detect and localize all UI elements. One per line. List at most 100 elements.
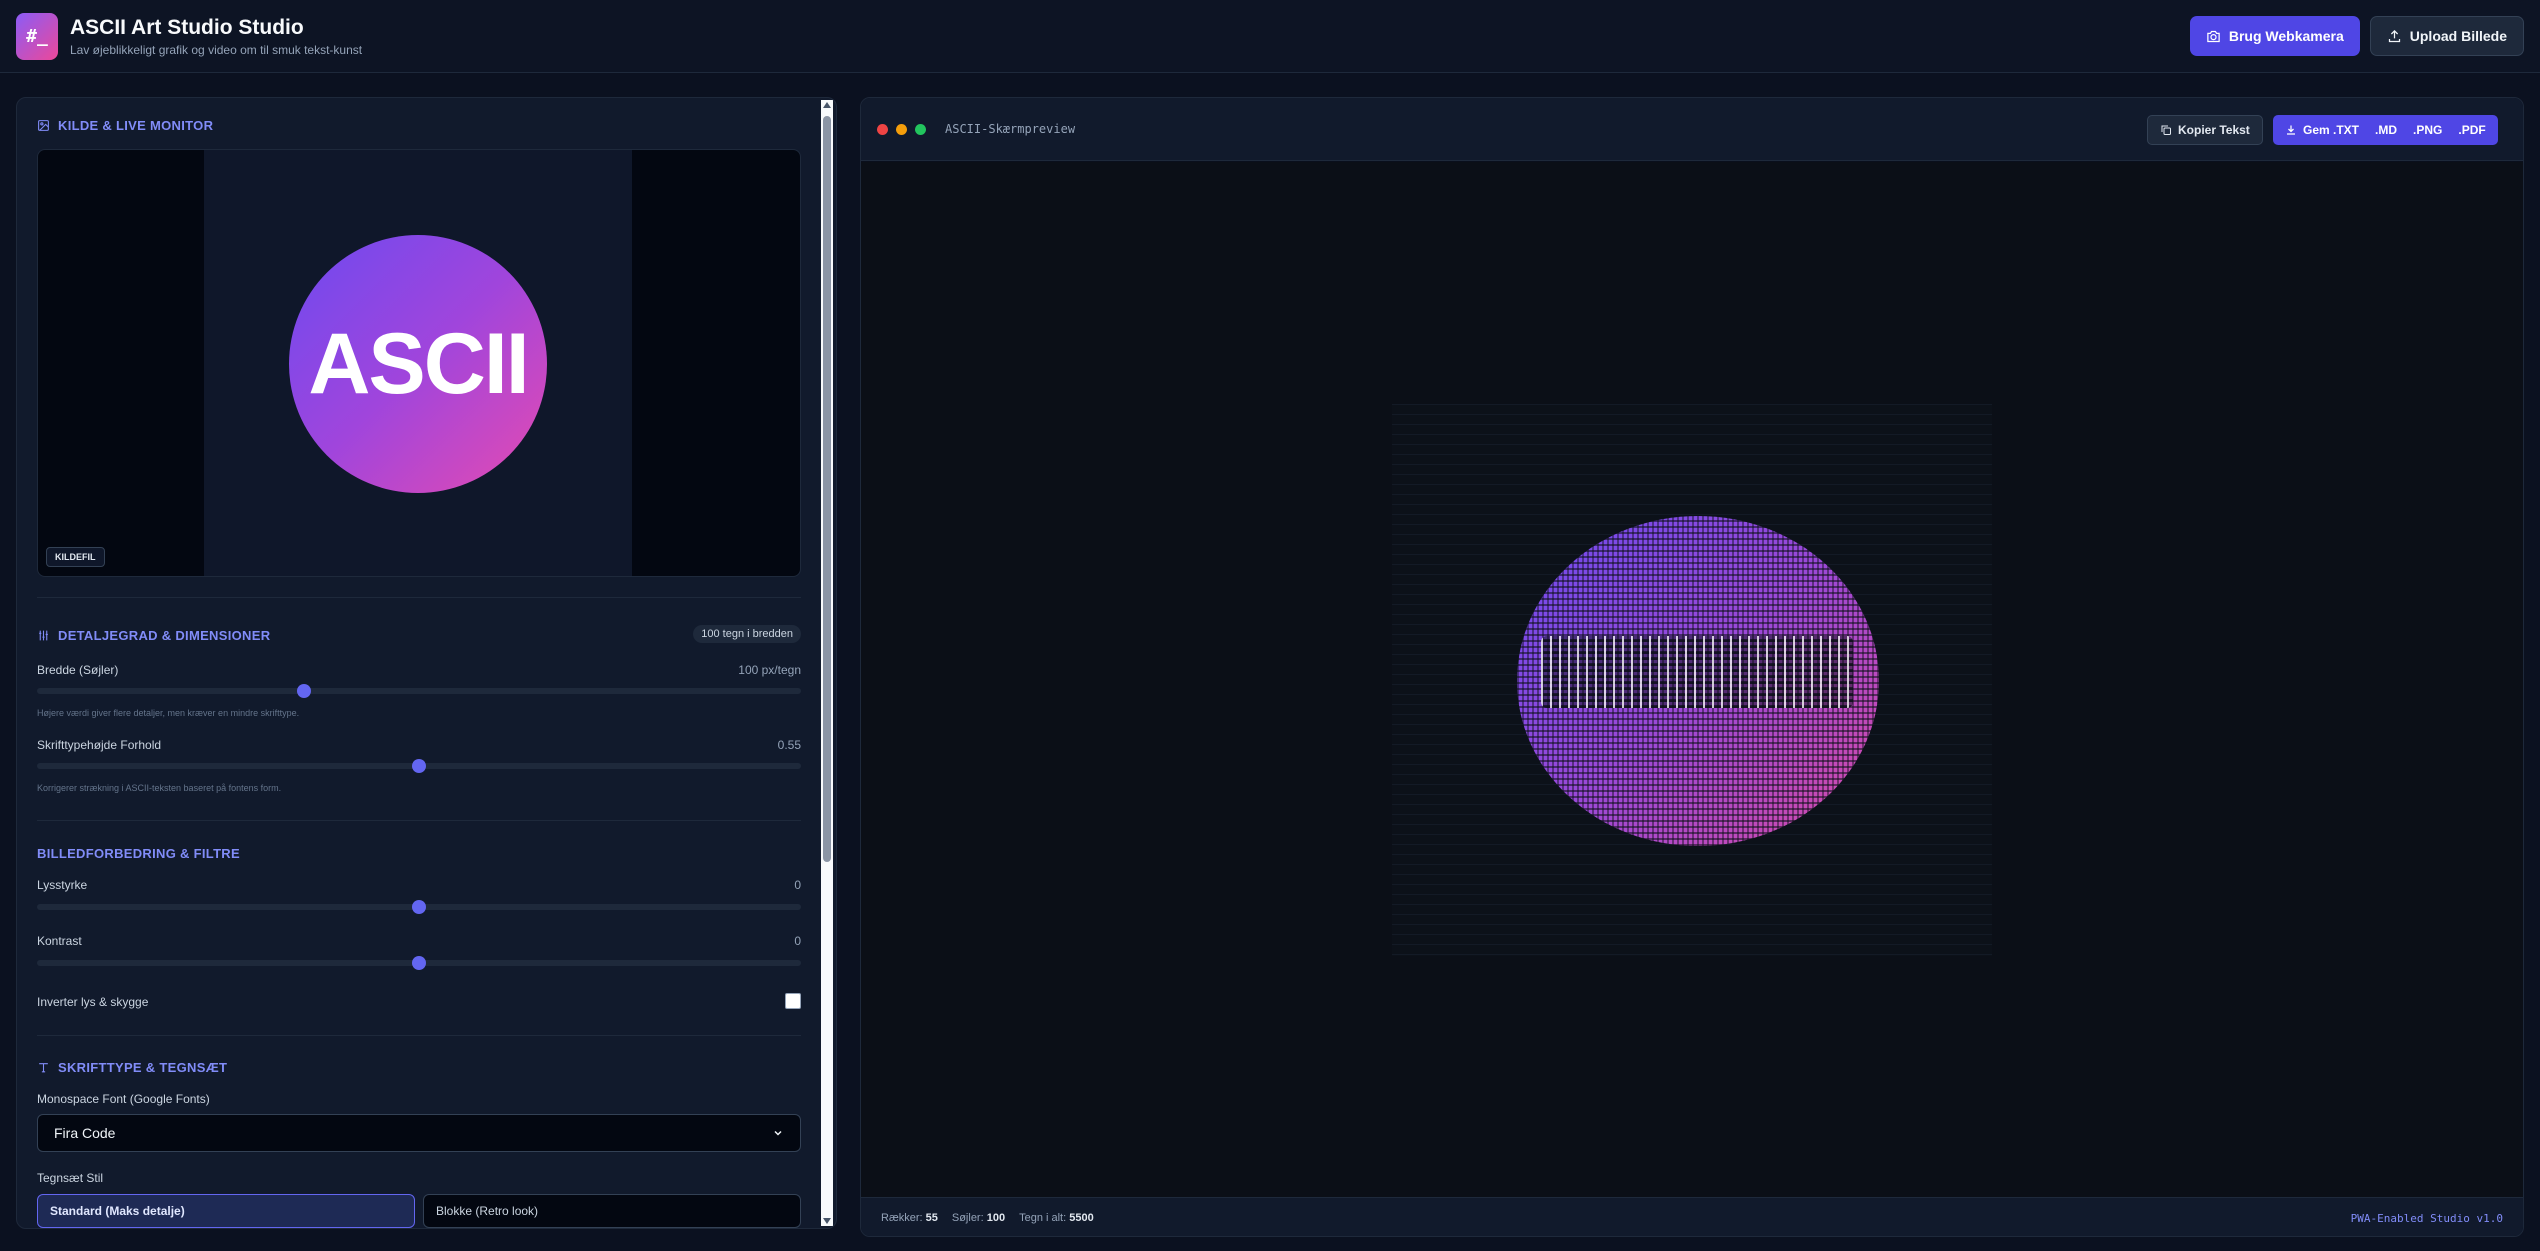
width-slider-knob[interactable] [297,684,312,698]
export-md-label: .MD [2375,123,2398,137]
copy-icon [2161,125,2171,135]
charset-standard-button[interactable]: Standard (Maks detalje) [37,1194,415,1228]
detail-section-title: DETALJEGRAD & DIMENSIONER [37,628,270,643]
ascii-row-line [1392,954,1992,955]
filters-title-text: BILLEDFORBEDRING & FILTRE [37,846,240,861]
window-dots [877,124,926,135]
settings-scroll-area: KILDE & LIVE MONITOR ASCII KILDEFIL DETA… [37,98,801,1228]
save-txt-button[interactable]: Gem .TXT [2277,115,2367,145]
ascii-row-line [1392,444,1992,445]
ascii-row-line [1392,414,1992,415]
width-slider[interactable] [37,684,801,698]
app-subtitle: Lav øjeblikkeligt grafik og video om til… [70,43,363,57]
rows-label: Rækker: [881,1212,923,1224]
brightness-value: 0 [794,878,801,892]
rows-value: 55 [925,1212,938,1224]
contrast-value: 0 [794,934,801,948]
source-monitor: ASCII KILDEFIL [37,149,801,577]
invert-checkbox[interactable] [785,993,801,1009]
total-value: 5500 [1069,1212,1094,1224]
font-label: Monospace Font (Google Fonts) [37,1092,210,1106]
type-icon [39,1063,48,1073]
total-label: Tegn i alt: [1019,1212,1067,1224]
invert-label: Inverter lys & skygge [37,995,149,1009]
green-dot [915,124,926,135]
download-icon [2287,125,2295,135]
ascii-preview-area [861,162,2523,1197]
header-actions: Brug Webkamera Upload Billede [2189,16,2524,56]
status-bar: Rækker: 55 Søjler: 100 Tegn i alt: 5500 … [861,1197,2523,1236]
divider [37,820,801,821]
ascii-row-line [1392,864,1992,865]
export-md-button[interactable]: .MD [2367,115,2405,145]
cols-value: 100 [986,1212,1006,1224]
ascii-row-line [1392,464,1992,465]
image-icon [38,120,49,131]
scroll-up-arrow[interactable] [823,102,831,108]
ascii-output [1392,404,1992,956]
ascii-row-line [1392,434,1992,435]
brightness-slider-knob[interactable] [412,900,426,914]
ascii-row-line [1392,934,1992,935]
source-section-title: KILDE & LIVE MONITOR [37,118,213,133]
ascii-art-circle [1517,516,1879,846]
pwa-label: PWA-Enabled Studio v1.0 [2350,1211,2503,1225]
copy-text-button[interactable]: Kopier Tekst [2147,115,2263,145]
contrast-slider[interactable] [37,956,801,970]
source-image-frame: ASCII [204,150,632,576]
ascii-row-line [1392,404,1992,405]
ratio-value: 0.55 [777,738,801,752]
upload-button[interactable]: Upload Billede [2369,16,2524,56]
export-pdf-label: .PDF [2458,123,2486,137]
total-stat: Tegn i alt: 5500 [1019,1212,1094,1224]
rows-stat: Rækker: 55 [881,1212,938,1224]
ascii-row-line [1392,474,1992,475]
columns-pill: 100 tegn i bredden [693,625,801,643]
webcam-label: Brug Webkamera [2228,28,2344,44]
ratio-hint: Korrigerer strækning i ASCII-teksten bas… [37,783,282,793]
font-select[interactable]: Fira Code [37,1114,801,1152]
ascii-art-letters [1541,636,1853,708]
ratio-slider[interactable] [37,759,801,773]
font-section-title: SKRIFTTYPE & TEGNSÆT [37,1060,227,1075]
charset-blocks-button[interactable]: Blokke (Retro look) [423,1194,801,1228]
export-png-button[interactable]: .PNG [2405,115,2450,145]
export-png-label: .PNG [2413,123,2443,137]
scroll-down-arrow[interactable] [823,1218,831,1224]
red-dot [877,124,888,135]
sliders-icon [39,630,48,641]
upload-label: Upload Billede [2409,28,2507,44]
export-pdf-button[interactable]: .PDF [2450,115,2493,145]
cols-label: Søjler: [951,1212,984,1224]
upload-icon [2388,29,2400,42]
save-txt-label: Gem .TXT [2303,123,2360,137]
ascii-row-line [1392,924,1992,925]
brightness-slider[interactable] [37,900,801,914]
ascii-row-line [1392,854,1992,855]
source-image: ASCII [289,235,547,493]
ratio-slider-knob[interactable] [412,759,426,773]
webcam-button[interactable]: Brug Webkamera [2189,16,2360,56]
ascii-row-line [1392,904,1992,905]
scrollbar-thumb[interactable] [823,116,831,862]
camera-icon [2207,30,2220,42]
divider [37,597,801,598]
brightness-label: Lysstyrke [37,878,88,892]
font-select-value: Fira Code [54,1125,116,1141]
settings-scrollbar[interactable] [821,100,833,1226]
ascii-row-line [1392,894,1992,895]
copy-text-label: Kopier Tekst [2178,123,2250,137]
width-value: 100 px/tegn [738,663,801,677]
ascii-row-line [1392,514,1992,515]
ascii-row-line [1392,454,1992,455]
ascii-row-line [1392,494,1992,495]
charset-blocks-label: Blokke (Retro look) [436,1204,539,1218]
contrast-slider-knob[interactable] [412,956,426,970]
chevron-down-icon [774,1130,782,1136]
app-header: #_ ASCII Art Studio Studio Lav øjeblikke… [0,0,2540,73]
app-title: ASCII Art Studio Studio [70,16,304,39]
cols-stat: Søjler: 100 [952,1212,1005,1224]
source-image-text: ASCII [308,315,529,412]
font-title-text: SKRIFTTYPE & TEGNSÆT [58,1060,228,1075]
ascii-row-line [1392,504,1992,505]
